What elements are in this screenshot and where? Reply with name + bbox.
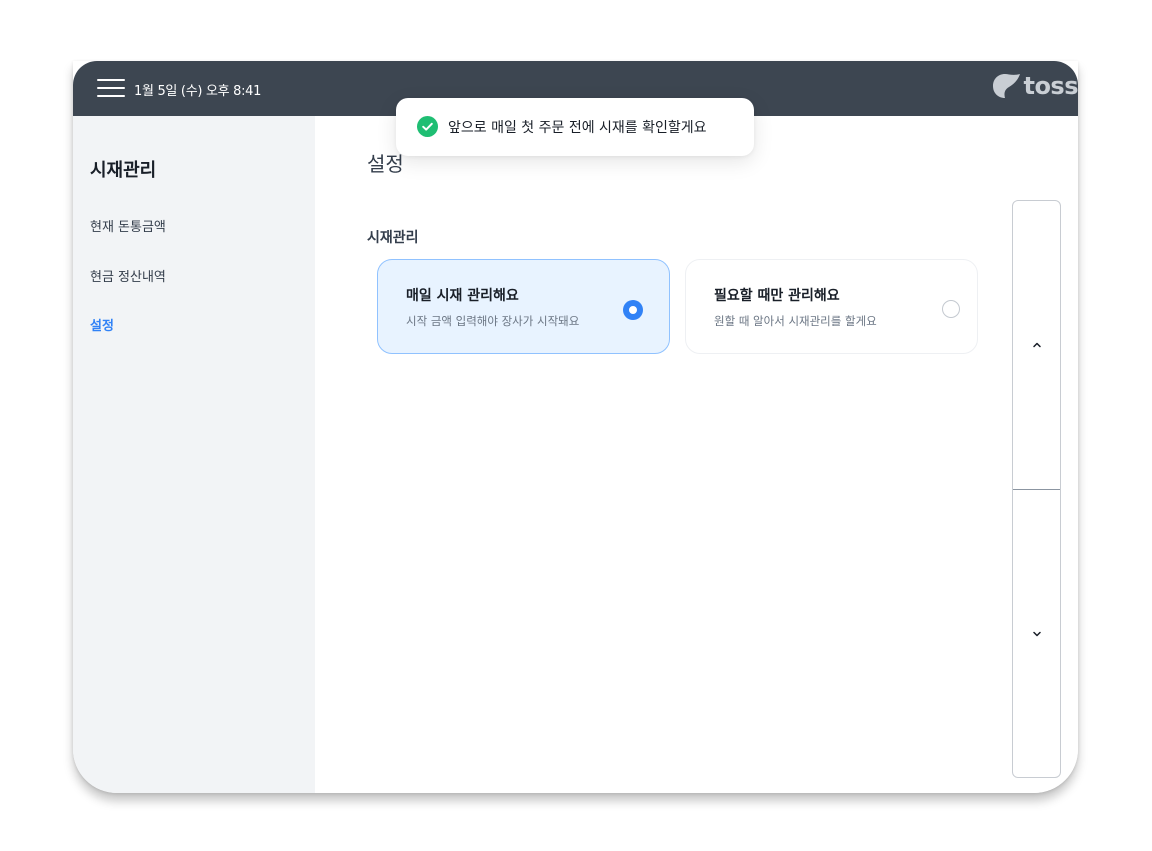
option-as-needed-management[interactable]: 필요할 때만 관리해요 원할 때 알아서 시재관리를 할게요 (685, 259, 978, 354)
main-content: 설정 시재관리 매일 시재 관리해요 시작 금액 입력해야 장사가 시작돼요 필… (315, 116, 1078, 793)
scroll-panel (1012, 200, 1061, 778)
datetime: 1월 5일 (수) 오후 8:41 (134, 84, 262, 99)
option-title: 매일 시재 관리해요 (406, 288, 519, 304)
sidebar-item-settings[interactable]: 설정 (90, 315, 114, 334)
logo-text: toss (1023, 72, 1078, 100)
option-title: 필요할 때만 관리해요 (714, 288, 840, 304)
chevron-down-icon (1032, 631, 1041, 637)
chevron-up-icon (1032, 342, 1041, 348)
check-circle-icon (417, 116, 438, 137)
scroll-down-button[interactable] (1013, 490, 1060, 778)
sidebar-title: 시재관리 (90, 160, 157, 181)
menu-icon[interactable] (97, 78, 125, 98)
page-title: 설정 (367, 152, 404, 176)
section-label: 시재관리 (367, 230, 419, 246)
radio-unselected[interactable] (942, 300, 960, 318)
sidebar-item-cash-settlement[interactable]: 현금 정산내역 (90, 266, 166, 285)
toss-logo: toss (991, 70, 1078, 102)
option-description: 시작 금액 입력해야 장사가 시작돼요 (406, 314, 580, 328)
option-daily-management[interactable]: 매일 시재 관리해요 시작 금액 입력해야 장사가 시작돼요 (377, 259, 670, 354)
sidebar: 시재관리 현재 돈통금액 현금 정산내역 설정 (73, 116, 315, 793)
radio-selected[interactable] (623, 300, 643, 320)
toss-logo-icon (993, 74, 1021, 98)
device-frame: 1월 5일 (수) 오후 8:41 toss 시재관리 현재 돈통금액 현금 정… (73, 61, 1078, 793)
toast-notification: 앞으로 매일 첫 주문 전에 시재를 확인할게요 (396, 98, 754, 156)
toast-message: 앞으로 매일 첫 주문 전에 시재를 확인할게요 (448, 120, 707, 136)
scroll-up-button[interactable] (1013, 201, 1060, 489)
sidebar-item-current-cash[interactable]: 현재 돈통금액 (90, 216, 166, 235)
option-description: 원할 때 알아서 시재관리를 할게요 (714, 314, 877, 328)
